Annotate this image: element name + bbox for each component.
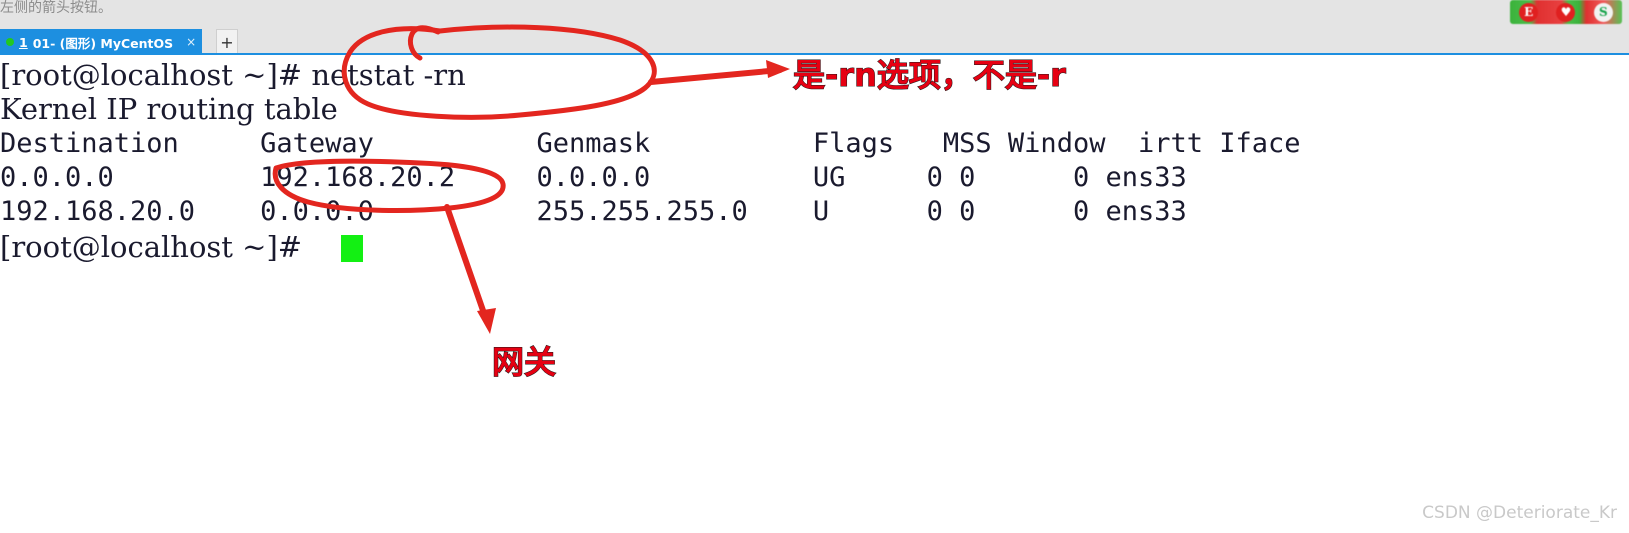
shell-prompt: [root@localhost ~]# [0, 58, 303, 92]
cell-flags: UG [812, 162, 846, 193]
cell-destination: 192.168.20.0 [0, 196, 196, 227]
column-header-window: Window [1007, 128, 1106, 159]
badge-chip-e: E [1519, 2, 1539, 22]
column-header-genmask: Genmask [536, 128, 651, 159]
csdn-watermark: CSDN @Deteriorate_Kr [1422, 503, 1617, 523]
cell-gateway: 192.168.20.2 [260, 162, 456, 193]
column-header-mss: MSS [942, 128, 992, 159]
terminal-output-pane[interactable]: [root@localhost ~]# netstat -rn Kernel I… [0, 55, 1629, 533]
table-row: 192.168.20.0 0.0.0.0 255.255.255.0 U 0 0… [0, 195, 1187, 229]
column-header-flags: Flags [812, 128, 895, 159]
column-header-gateway: Gateway [260, 128, 374, 159]
annotation-note-command: 是-rn选项，不是-r [793, 56, 1067, 95]
cell-window: 0 [959, 162, 976, 193]
cell-destination: 0.0.0.0 [0, 162, 114, 193]
terminal-cursor [341, 235, 363, 262]
cell-mss: 0 [926, 162, 943, 193]
routing-table-header-row: Destination Gateway Genmask Flags MSS Wi… [0, 127, 1301, 161]
routing-table-heading: Kernel IP routing table [0, 92, 338, 126]
cell-flags: U [812, 196, 830, 227]
cell-gateway: 0.0.0.0 [260, 196, 374, 227]
tab-title-label: 01- (图形) MyCentOS [32, 35, 174, 51]
table-row: 0.0.0.0 192.168.20.2 0.0.0.0 UG 0 0 0 en… [0, 161, 1187, 195]
cell-genmask: 255.255.255.0 [536, 196, 748, 227]
cell-window: 0 [959, 196, 976, 227]
tab-index-label: 1 [19, 34, 28, 50]
column-header-iface: Iface [1219, 128, 1301, 159]
shell-command: netstat -rn [311, 58, 466, 92]
column-header-irtt: irtt [1137, 128, 1204, 159]
cell-genmask: 0.0.0.0 [536, 162, 651, 193]
tab-connected-status-icon [6, 38, 14, 46]
tab-mycentos[interactable]: 1 01- (图形) MyCentOS × [0, 29, 203, 55]
shell-prompt: [root@localhost ~]# [0, 230, 303, 264]
terminal-final-prompt-line: [root@localhost ~]# [0, 230, 302, 264]
page-hint-text: 左侧的箭头按钮。 [0, 0, 112, 16]
cell-mss: 0 [926, 196, 943, 227]
badge-chip-s: S [1593, 2, 1613, 22]
cell-iface: ens33 [1105, 162, 1187, 193]
app-chrome: 左侧的箭头按钮。 E ♥ S 1 01- (图形) MyCentOS × + [0, 0, 1629, 55]
new-tab-button[interactable]: + [216, 29, 238, 55]
terminal-command-line: [root@localhost ~]# netstat -rn [0, 58, 466, 92]
cell-irtt: 0 [1072, 162, 1090, 193]
column-header-destination: Destination [0, 128, 179, 159]
decorative-corner-badge: E ♥ S [1510, 0, 1622, 24]
cell-iface: ens33 [1105, 196, 1187, 227]
close-icon[interactable]: × [186, 35, 196, 49]
annotation-note-gateway: 网关 [491, 343, 557, 382]
badge-chip-heart: ♥ [1556, 2, 1576, 22]
cell-irtt: 0 [1072, 196, 1090, 227]
